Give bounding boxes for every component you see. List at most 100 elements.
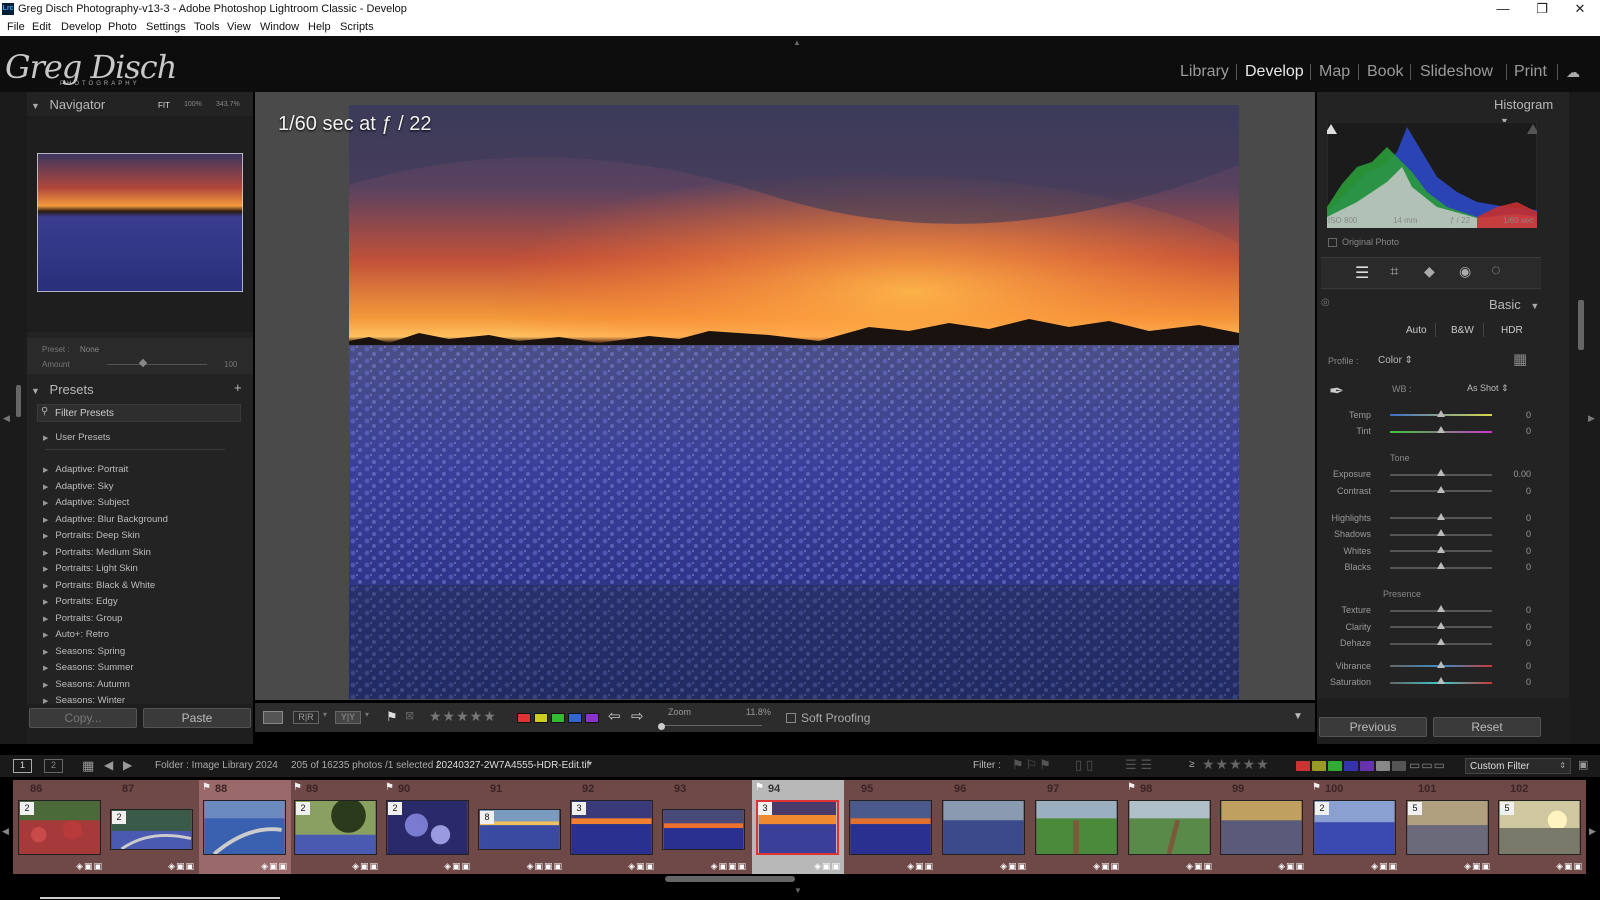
preset-group[interactable]: ▶ Auto+: Retro bbox=[43, 629, 109, 640]
texture-slider-thumb[interactable] bbox=[1437, 605, 1445, 612]
previous-button[interactable]: Previous bbox=[1319, 717, 1427, 737]
highlights-slider-thumb[interactable] bbox=[1437, 513, 1445, 520]
preset-group[interactable]: ▶ Portraits: Black & White bbox=[43, 580, 155, 591]
preset-group[interactable]: ▶ Adaptive: Portrait bbox=[43, 464, 128, 475]
tint-slider-thumb[interactable] bbox=[1437, 426, 1445, 433]
menu-file[interactable]: File bbox=[7, 21, 25, 33]
rating-operator[interactable]: ≥ bbox=[1189, 759, 1195, 770]
before-after-lr-button[interactable]: R|R bbox=[293, 711, 319, 724]
preset-group[interactable]: ▶ Adaptive: Subject bbox=[43, 497, 129, 508]
module-map[interactable]: Map bbox=[1319, 63, 1350, 81]
profile-browser-icon[interactable]: ▦ bbox=[1513, 350, 1527, 368]
minimize-icon[interactable]: — bbox=[1488, 1, 1518, 16]
next-photo-icon[interactable]: ⇨ bbox=[631, 707, 644, 725]
vibrance-slider-thumb[interactable] bbox=[1437, 661, 1445, 668]
file-name[interactable]: 20240327-2W7A4555-HDR-Edit.tif bbox=[436, 760, 589, 771]
basic-header[interactable]: Basic ▼ bbox=[1489, 297, 1539, 317]
auto-button[interactable]: Auto bbox=[1406, 325, 1427, 336]
wb-dropdown[interactable]: As Shot ⇕ bbox=[1467, 383, 1509, 394]
filter-label-yellow[interactable] bbox=[1312, 761, 1326, 771]
blacks-value[interactable]: 0 bbox=[1501, 562, 1531, 572]
thumbnail[interactable] bbox=[1128, 800, 1211, 855]
healing-icon[interactable]: ◆ bbox=[1424, 263, 1435, 280]
preset-group[interactable]: ▶ Seasons: Winter bbox=[43, 695, 125, 704]
filmstrip-cell[interactable]: 99 ◈▣▣ bbox=[1216, 780, 1308, 874]
collapse-top-icon[interactable]: ▲ bbox=[793, 38, 801, 47]
edit-filter-icon[interactable]: ▯▯ bbox=[1075, 757, 1097, 773]
before-after-tb-button[interactable]: Y|Y bbox=[335, 711, 361, 724]
thumbnail[interactable] bbox=[1035, 800, 1118, 855]
dropdown-icon[interactable]: ▾ bbox=[365, 710, 369, 719]
flag-reject-icon[interactable]: ⊠ bbox=[405, 709, 414, 722]
highlights-value[interactable]: 0 bbox=[1501, 513, 1531, 523]
clarity-slider-thumb[interactable] bbox=[1437, 622, 1445, 629]
filter-lock-icon[interactable]: ▣ bbox=[1578, 758, 1588, 771]
filmstrip-cell[interactable]: 96 ◈▣▣ bbox=[938, 780, 1030, 874]
filmstrip-cell[interactable]: 97 ◈▣▣ bbox=[1031, 780, 1123, 874]
filter-label-purple[interactable] bbox=[1360, 761, 1374, 771]
menu-photo[interactable]: Photo bbox=[108, 21, 137, 33]
saturation-value[interactable]: 0 bbox=[1501, 677, 1531, 687]
contrast-slider-thumb[interactable] bbox=[1437, 486, 1445, 493]
menu-tools[interactable]: Tools bbox=[194, 21, 220, 33]
preset-group[interactable]: ▶ Seasons: Autumn bbox=[43, 679, 130, 690]
texture-value[interactable]: 0 bbox=[1501, 605, 1531, 615]
filmstrip-cell[interactable]: 101 5 ◈▣▣ bbox=[1402, 780, 1494, 874]
module-library[interactable]: Library bbox=[1180, 63, 1229, 81]
filmstrip-cell[interactable]: 89 ⚑ 2 ◈▣▣ bbox=[290, 780, 382, 874]
filmstrip-cell[interactable]: 100 ⚑ 2 ◈▣▣ bbox=[1309, 780, 1401, 874]
temp-value[interactable]: 0 bbox=[1501, 410, 1531, 420]
original-photo-checkbox[interactable] bbox=[1328, 238, 1337, 247]
color-label-green[interactable] bbox=[551, 713, 565, 723]
profile-dropdown[interactable]: Color ⇕ bbox=[1378, 355, 1413, 366]
navigator-header[interactable]: ▼ Navigator bbox=[31, 97, 105, 117]
thumbnail[interactable] bbox=[662, 809, 745, 850]
dropdown-icon[interactable]: ▾ bbox=[588, 759, 592, 768]
flag-filter-icon[interactable]: ⚑⚐⚑ bbox=[1012, 757, 1053, 773]
menu-window[interactable]: Window bbox=[260, 21, 299, 33]
bw-button[interactable]: B&W bbox=[1451, 325, 1474, 336]
whites-value[interactable]: 0 bbox=[1501, 546, 1531, 556]
exposure-slider-thumb[interactable] bbox=[1437, 469, 1445, 476]
color-label-blue[interactable] bbox=[568, 713, 582, 723]
filmstrip-left-icon[interactable]: ◀ bbox=[2, 826, 9, 837]
cloud-sync-icon[interactable]: ☁ bbox=[1566, 64, 1580, 81]
navigator-preview[interactable] bbox=[37, 153, 243, 292]
module-develop[interactable]: Develop bbox=[1245, 63, 1304, 81]
secondary-window-button[interactable]: 2 bbox=[44, 759, 63, 773]
dehaze-value[interactable]: 0 bbox=[1501, 638, 1531, 648]
kind-filter-icon[interactable]: ▭▭▭ bbox=[1409, 758, 1446, 772]
filter-label-green[interactable] bbox=[1328, 761, 1342, 771]
hdr-button[interactable]: HDR bbox=[1501, 325, 1523, 336]
left-panel-scrollbar[interactable] bbox=[16, 385, 21, 417]
back-icon[interactable]: ◀ bbox=[104, 758, 113, 772]
thumbnail[interactable] bbox=[849, 800, 932, 855]
custom-filter-dropdown[interactable]: Custom Filter ⇕ bbox=[1465, 758, 1571, 774]
rating-filter-icon[interactable]: ★★★★★ bbox=[1202, 756, 1270, 773]
paste-button[interactable]: Paste bbox=[143, 708, 251, 728]
crop-icon[interactable]: ⌗ bbox=[1390, 263, 1398, 280]
menu-view[interactable]: View bbox=[227, 21, 251, 33]
color-label-yellow[interactable] bbox=[534, 713, 548, 723]
filter-presets-input[interactable]: ⚲ Filter Presets bbox=[37, 404, 241, 422]
collapse-bottom-icon[interactable]: ▼ bbox=[794, 886, 802, 895]
tint-value[interactable]: 0 bbox=[1501, 426, 1531, 436]
whites-slider-thumb[interactable] bbox=[1437, 546, 1445, 553]
edit-sliders-icon[interactable]: ☰ bbox=[1355, 263, 1369, 283]
reset-button[interactable]: Reset bbox=[1433, 717, 1541, 737]
filmstrip-cell[interactable]: 87 2 ◈▣▣ bbox=[106, 780, 198, 874]
thumbnail[interactable] bbox=[1220, 800, 1303, 855]
contrast-value[interactable]: 0 bbox=[1501, 486, 1531, 496]
right-panel-toggle-icon[interactable]: ▶ bbox=[1588, 413, 1595, 424]
flag-pick-icon[interactable]: ⚑ bbox=[386, 709, 398, 725]
menu-edit[interactable]: Edit bbox=[32, 21, 51, 33]
filter-label-none[interactable] bbox=[1392, 761, 1406, 771]
vibrance-value[interactable]: 0 bbox=[1501, 661, 1531, 671]
filmstrip-cell-selected[interactable]: 94 ⚑ 3 ◈▣▣ bbox=[752, 780, 844, 874]
visibility-icon[interactable]: ◎ bbox=[1321, 297, 1330, 308]
exposure-value[interactable]: 0.00 bbox=[1501, 469, 1531, 479]
module-slideshow[interactable]: Slideshow bbox=[1420, 63, 1493, 81]
red-eye-icon[interactable]: ◉ bbox=[1459, 263, 1471, 280]
adjust-filter-icon[interactable]: ☰☰ bbox=[1125, 757, 1156, 773]
preset-group[interactable]: ▶ Portraits: Light Skin bbox=[43, 563, 138, 574]
